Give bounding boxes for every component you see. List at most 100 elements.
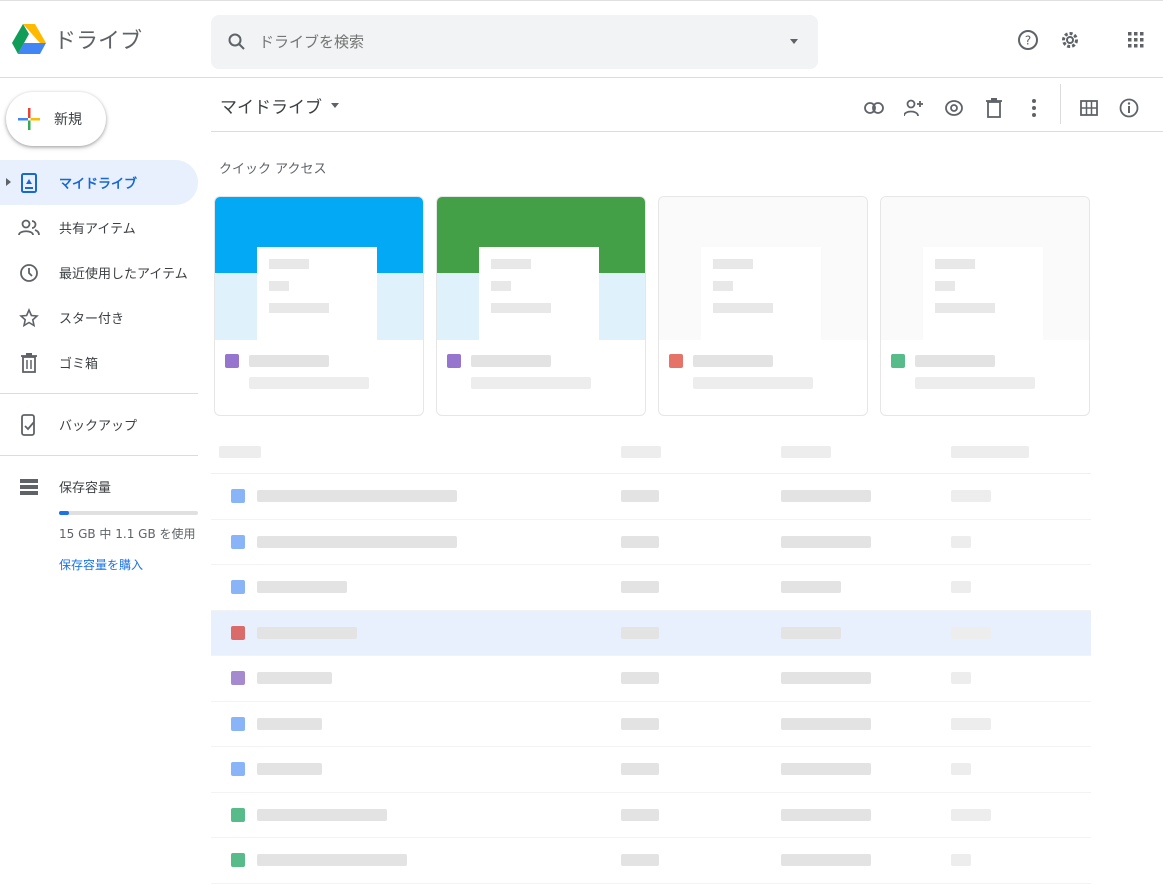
file-type-icon — [231, 807, 245, 822]
drive-logo[interactable]: ドライブ — [12, 23, 142, 55]
file-owner-obscured — [621, 535, 659, 548]
help-icon[interactable]: ? — [1015, 27, 1041, 53]
file-row[interactable] — [211, 702, 1091, 747]
card-thumbnail-page — [923, 247, 1043, 340]
sidebar-item-recent[interactable]: 最近使用したアイテム — [0, 250, 198, 295]
column-header-owner[interactable] — [601, 445, 781, 458]
file-row[interactable] — [211, 747, 1091, 793]
backup-phone-icon — [18, 413, 40, 436]
file-row[interactable] — [211, 520, 1091, 565]
file-name-obscured — [257, 535, 457, 548]
card-title-obscured — [693, 355, 773, 367]
search-options-icon[interactable] — [788, 35, 800, 47]
file-type-icon — [231, 489, 245, 504]
file-type-icon — [231, 534, 245, 549]
breadcrumb-dropdown-icon — [331, 103, 339, 108]
buy-storage-link[interactable]: 保存容量を購入 — [59, 556, 198, 573]
quick-access-cards — [214, 196, 1104, 416]
file-row[interactable] — [211, 838, 1091, 884]
card-thumbnail — [215, 197, 423, 340]
sidebar-item-label: バックアップ — [59, 419, 138, 434]
new-button[interactable]: 新規 — [6, 92, 106, 146]
sidebar-item-my-drive[interactable]: マイドライブ — [0, 160, 198, 205]
file-list-header — [211, 430, 1091, 474]
apps-grid-icon[interactable] — [1123, 27, 1149, 53]
file-name-obscured — [257, 490, 457, 503]
preview-eye-icon[interactable] — [942, 96, 966, 120]
file-row[interactable] — [211, 474, 1091, 520]
file-owner-obscured — [621, 763, 659, 776]
quick-access-card[interactable] — [436, 196, 646, 416]
storage-usage-fill — [59, 511, 70, 515]
sidebar-item-label: ゴミ箱 — [59, 357, 99, 372]
file-modified-obscured — [781, 808, 871, 821]
column-header-size-obscured — [951, 445, 1029, 458]
card-thumbnail-page — [257, 247, 377, 340]
file-modified-obscured — [781, 581, 841, 594]
file-type-icon — [447, 354, 461, 368]
card-title-obscured — [249, 355, 329, 367]
file-row[interactable] — [211, 793, 1091, 838]
file-name-obscured — [257, 672, 332, 685]
file-name-obscured — [257, 808, 387, 821]
card-subtitle-obscured — [915, 377, 1035, 389]
search-bar[interactable] — [211, 15, 818, 69]
search-icon[interactable] — [227, 32, 247, 52]
file-type-icon — [669, 354, 683, 368]
column-header-name[interactable] — [211, 445, 601, 458]
file-type-icon — [231, 716, 245, 731]
delete-trash-icon[interactable] — [982, 96, 1006, 120]
column-header-modified[interactable] — [781, 445, 951, 458]
file-owner-obscured — [621, 717, 659, 730]
sidebar-item-storage[interactable]: 保存容量 — [0, 464, 198, 509]
file-type-icon — [231, 853, 245, 868]
people-icon — [18, 217, 40, 239]
file-type-icon — [231, 625, 245, 640]
column-header-name-obscured — [219, 445, 261, 458]
file-type-icon — [231, 671, 245, 686]
file-row[interactable] — [211, 610, 1091, 656]
get-link-icon[interactable] — [862, 96, 886, 120]
toolbar-separator — [1060, 84, 1061, 124]
quick-access-card[interactable] — [214, 196, 424, 416]
card-meta — [881, 340, 1089, 404]
drive-icon — [18, 172, 40, 194]
settings-gear-icon[interactable] — [1057, 27, 1083, 53]
column-header-size[interactable] — [951, 445, 1071, 458]
sidebar-item-shared[interactable]: 共有アイテム — [0, 205, 198, 250]
expand-arrow-icon[interactable] — [6, 178, 11, 186]
card-title-obscured — [915, 355, 995, 367]
file-modified-obscured — [781, 626, 841, 639]
card-meta — [437, 340, 645, 404]
sidebar-item-trash[interactable]: ゴミ箱 — [0, 340, 198, 385]
card-thumbnail-page — [701, 247, 821, 340]
column-header-owner-obscured — [621, 445, 661, 458]
card-thumbnail — [659, 197, 867, 340]
file-size-obscured — [951, 808, 991, 821]
more-vertical-icon[interactable] — [1022, 96, 1046, 120]
info-icon[interactable] — [1117, 96, 1141, 120]
sidebar-item-starred[interactable]: スター付き — [0, 295, 198, 340]
card-subtitle-obscured — [693, 377, 813, 389]
sidebar-item-label: 共有アイテム — [59, 222, 136, 237]
breadcrumb[interactable]: マイドライブ — [220, 93, 339, 118]
search-input[interactable] — [259, 33, 759, 51]
quick-access-card[interactable] — [880, 196, 1090, 416]
quick-access-card[interactable] — [658, 196, 868, 416]
star-icon — [18, 307, 40, 329]
file-row[interactable] — [211, 656, 1091, 702]
sidebar-item-label: 最近使用したアイテム — [59, 267, 188, 282]
plus-icon — [18, 108, 40, 130]
share-add-person-icon[interactable] — [902, 96, 926, 120]
file-size-obscured — [951, 763, 971, 776]
storage-usage-bar — [59, 511, 198, 515]
file-type-icon — [231, 580, 245, 595]
sidebar-item-backup[interactable]: バックアップ — [0, 402, 198, 447]
grid-view-icon[interactable] — [1077, 96, 1101, 120]
column-header-modified-obscured — [781, 445, 831, 458]
file-row[interactable] — [211, 565, 1091, 611]
file-size-obscured — [951, 672, 971, 685]
sidebar-divider — [0, 393, 198, 394]
file-size-obscured — [951, 626, 991, 639]
file-name-obscured — [257, 854, 407, 867]
